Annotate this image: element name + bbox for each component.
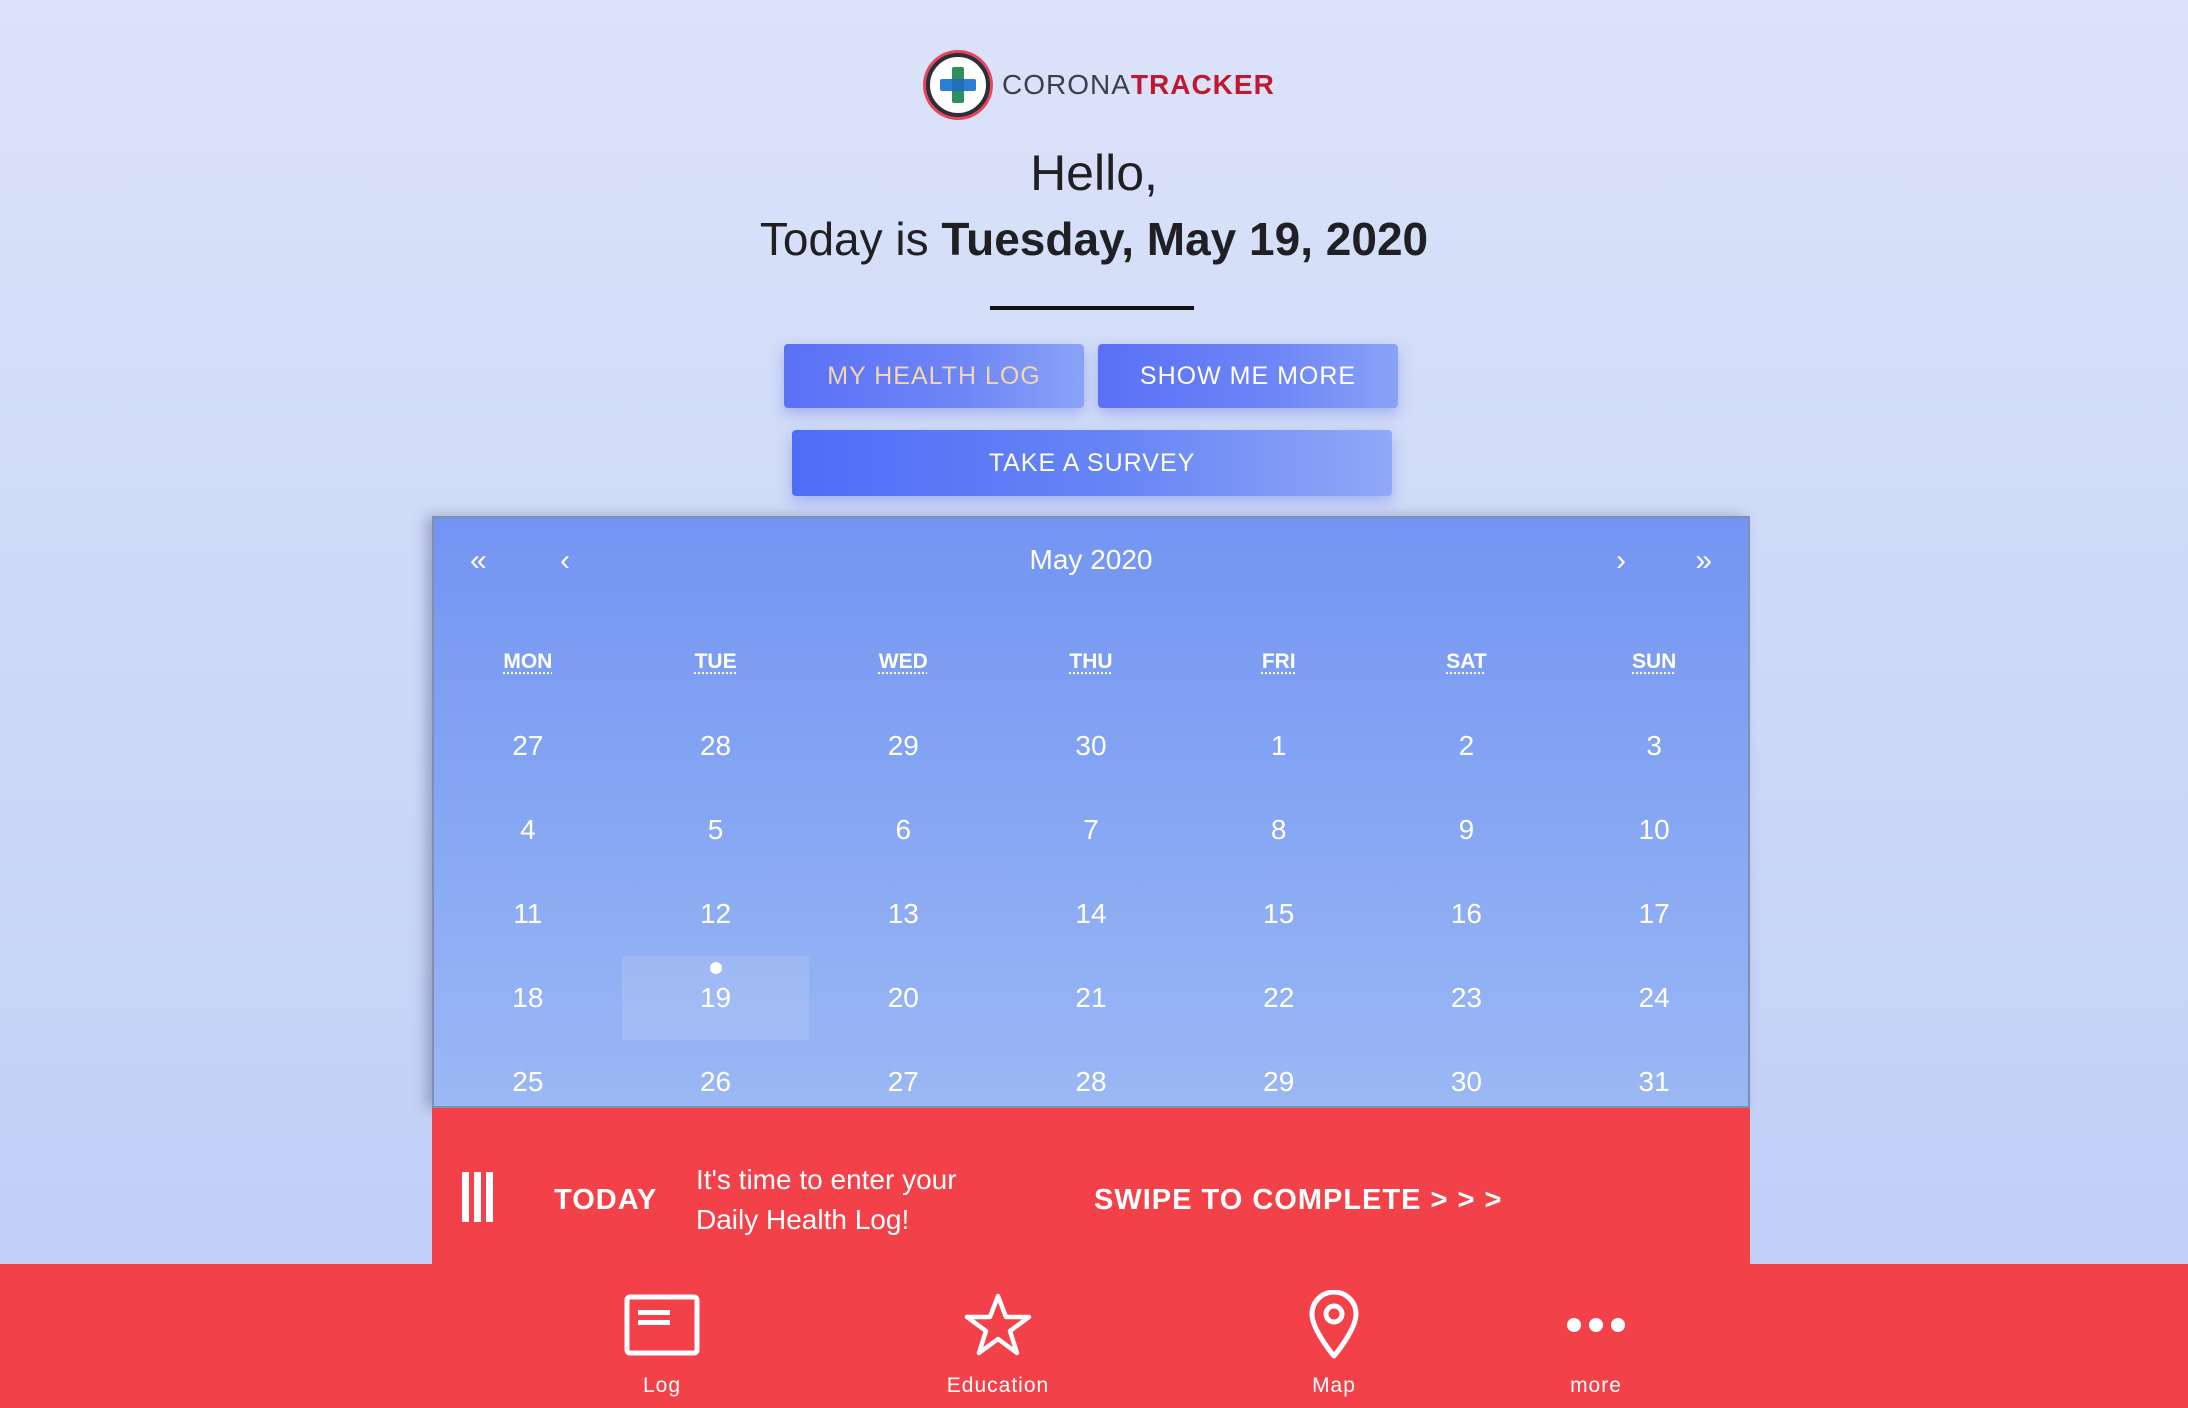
calendar-day[interactable]: 7 [997, 788, 1185, 872]
brand-name-bold: TRACKER [1130, 69, 1275, 100]
calendar-day[interactable]: 4 [434, 788, 622, 872]
tab-map[interactable]: Map [1234, 1290, 1434, 1398]
selected-day-label: 19 [699, 982, 732, 1013]
plus-logo-icon [926, 53, 990, 117]
calendar-weekday-header: MON TUE WED THU FRI SAT SUN [434, 650, 1748, 674]
tab-more-label: more [1570, 1374, 1622, 1397]
calendar-day[interactable]: 8 [1185, 788, 1373, 872]
calendar-day[interactable]: 17 [1560, 872, 1748, 956]
tab-log-label: Log [642, 1374, 682, 1397]
calendar-day[interactable]: 3 [1560, 704, 1748, 788]
calendar-day[interactable]: 5 [622, 788, 810, 872]
calendar-month-label[interactable]: May 2020 [434, 544, 1748, 576]
greeting-date: Tuesday, May 19, 2020 [941, 213, 1429, 265]
tab-log[interactable]: Log [562, 1290, 762, 1398]
calendar-day[interactable]: 24 [1560, 956, 1748, 1040]
calendar-day[interactable]: 28 [622, 704, 810, 788]
calendar: « ‹ May 2020 › » MON TUE WED THU FRI SAT… [432, 516, 1750, 1108]
calendar-day[interactable]: 11 [434, 872, 622, 956]
show-me-more-button[interactable]: SHOW ME MORE [1098, 344, 1398, 408]
calendar-day[interactable]: 20 [809, 956, 997, 1040]
weekday-thu: THU [1069, 650, 1113, 673]
weekday-fri: FRI [1261, 650, 1296, 673]
calendar-day[interactable]: 15 [1185, 872, 1373, 956]
calendar-day[interactable]: 14 [997, 872, 1185, 956]
tab-map-label: Map [1312, 1374, 1356, 1397]
calendar-day[interactable]: 12 [622, 872, 810, 956]
greeting-date-line: Today is Tuesday, May 19, 2020 [0, 212, 2188, 266]
next-month-button[interactable]: › [1616, 544, 1626, 578]
drag-handle-icon[interactable] [462, 1172, 493, 1222]
calendar-day[interactable]: 21 [997, 956, 1185, 1040]
brand-name-light: CORONA [1002, 69, 1131, 100]
calendar-day[interactable]: 22 [1185, 956, 1373, 1040]
calendar-day[interactable]: 16 [1373, 872, 1561, 956]
calendar-day[interactable]: 30 [997, 704, 1185, 788]
calendar-day[interactable]: 27 [434, 704, 622, 788]
daily-log-reminder[interactable]: TODAY It's time to enter your Daily Heal… [432, 1108, 1750, 1266]
weekday-mon: MON [503, 650, 553, 673]
reminder-message: It's time to enter your Daily Health Log… [696, 1164, 957, 1235]
tab-more[interactable]: more [1496, 1290, 1696, 1398]
weekday-tue: TUE [694, 650, 737, 673]
calendar-day[interactable]: 2 [1373, 704, 1561, 788]
calendar-day[interactable]: 23 [1373, 956, 1561, 1040]
next-year-button[interactable]: » [1695, 544, 1712, 578]
calendar-day[interactable]: 6 [809, 788, 997, 872]
calendar-day[interactable]: 29 [809, 704, 997, 788]
calendar-day-grid: 27 28 29 30 1 2 3 4 5 6 7 8 9 10 11 12 1… [434, 704, 1748, 1124]
more-dots-icon [1566, 1290, 1626, 1360]
bottom-navigation: Log Education Map more [0, 1264, 2188, 1408]
calendar-day[interactable]: 1 [1185, 704, 1373, 788]
calendar-navigation: « ‹ May 2020 › » [434, 518, 1748, 608]
tab-education[interactable]: Education [898, 1290, 1098, 1398]
corona-tracker-logo: CORONATRACKER [926, 53, 1275, 117]
log-icon [624, 1290, 700, 1360]
brand-wordmark: CORONATRACKER [1002, 69, 1275, 101]
calendar-day[interactable]: 13 [809, 872, 997, 956]
map-pin-icon [1308, 1290, 1360, 1360]
take-a-survey-button[interactable]: TAKE A SURVEY [792, 430, 1392, 496]
header-divider [990, 306, 1194, 310]
my-health-log-button[interactable]: MY HEALTH LOG [784, 344, 1084, 408]
calendar-day-selected[interactable]: 19 [621, 956, 810, 1040]
star-icon [963, 1290, 1033, 1360]
greeting-today-prefix: Today is [759, 213, 942, 265]
weekday-wed: WED [878, 650, 928, 673]
reminder-today-label: TODAY [554, 1184, 658, 1216]
today-indicator-dot [709, 962, 722, 974]
weekday-sun: SUN [1632, 650, 1677, 673]
calendar-day[interactable]: 9 [1373, 788, 1561, 872]
calendar-day[interactable]: 18 [434, 956, 622, 1040]
greeting-hello: Hello, [1030, 145, 1158, 201]
calendar-day[interactable]: 10 [1560, 788, 1748, 872]
swipe-to-complete[interactable]: SWIPE TO COMPLETE > > > [1094, 1184, 1502, 1217]
weekday-sat: SAT [1446, 650, 1487, 673]
tab-education-label: Education [946, 1374, 1050, 1397]
